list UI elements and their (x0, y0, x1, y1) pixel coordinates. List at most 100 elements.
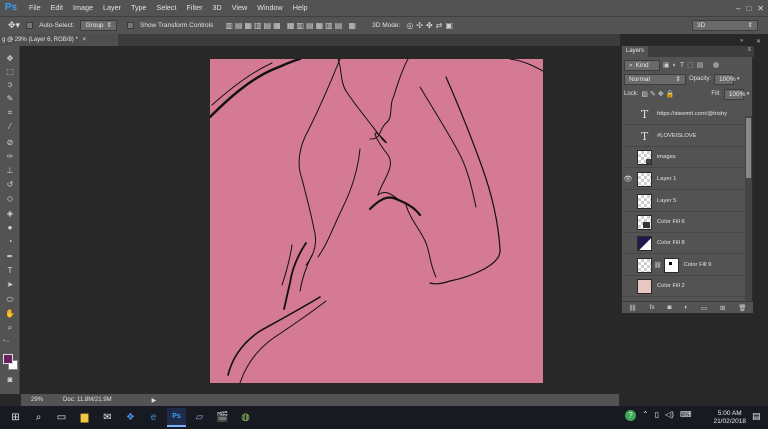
menu-help[interactable]: Help (288, 0, 313, 16)
visibility-toggle[interactable] (623, 260, 633, 270)
healing-brush-tool-icon[interactable]: ⊘ (4, 138, 16, 148)
notes-app-icon[interactable]: ▱ (190, 408, 209, 427)
lock-icons[interactable]: ▨✎✥🔒 (641, 90, 676, 98)
auto-select-checkbox[interactable] (26, 22, 34, 29)
visibility-toggle[interactable] (623, 152, 633, 162)
menu-select[interactable]: Select (152, 0, 182, 16)
layer-row[interactable]: Layer 5 (623, 191, 745, 212)
menu-window[interactable]: Window (252, 0, 288, 16)
show-transform-checkbox[interactable] (127, 22, 135, 29)
tab-collapse-icon[interactable]: » (10, 37, 13, 43)
layer-row[interactable]: T #LOVEISLOVE (623, 126, 745, 147)
visibility-toggle[interactable] (623, 196, 633, 206)
move-tool-icon[interactable]: ✥▾ (8, 20, 20, 31)
document-canvas[interactable] (210, 59, 543, 383)
filter-icons[interactable]: ▣◐T⬚▤ (663, 61, 706, 69)
layer-row[interactable]: Color Fill 8 (623, 233, 745, 254)
status-menu-icon[interactable]: ▶ (152, 397, 157, 404)
blend-mode-dropdown[interactable]: Normal ⇕ (624, 73, 686, 85)
workspace-dropdown[interactable]: 3D ⇕ (692, 20, 758, 31)
link-layers-icon[interactable]: ⛓ (628, 304, 636, 312)
video-app-icon[interactable]: 🎬 (213, 408, 232, 427)
marquee-tool-icon[interactable]: ⬚ (4, 67, 16, 77)
menu-view[interactable]: View (227, 0, 252, 16)
default-colors-icon[interactable]: ▪↔ (3, 338, 10, 344)
eye-icon[interactable]: 👁 (623, 174, 633, 184)
tab-close-icon[interactable]: × (82, 37, 86, 43)
tab-layers[interactable]: Layers (622, 46, 649, 57)
fill-field[interactable]: 100% (723, 88, 745, 100)
shape-tool-icon[interactable]: ⬭ (4, 295, 16, 305)
layer-row[interactable]: Color Fill 2 (623, 276, 745, 297)
panel-collapse-icon[interactable]: » (740, 38, 743, 44)
new-layer-icon[interactable]: ⊞ (720, 304, 725, 312)
chevron-down-icon[interactable]: ▾ (737, 76, 740, 82)
help-icon[interactable]: ? (625, 410, 636, 421)
blur-tool-icon[interactable]: ● (4, 223, 16, 233)
menu-layer[interactable]: Layer (98, 0, 126, 16)
panel-menu-icon[interactable]: ≡ (747, 47, 751, 53)
dropbox-icon[interactable]: ❖ (121, 408, 140, 427)
network-icon[interactable]: ▯ (655, 410, 659, 421)
paint-app-icon[interactable]: ◍ (236, 408, 255, 427)
zoom-tool-icon[interactable]: ⌕ (4, 323, 16, 333)
eyedropper-tool-icon[interactable]: ⁄ (4, 122, 16, 132)
layer-filter-dropdown[interactable]: ⌕ Kind (624, 59, 660, 71)
task-view-icon[interactable]: ▭ (52, 408, 71, 427)
filter-toggle-icon[interactable] (713, 62, 720, 68)
photoshop-taskbar-icon[interactable]: Ps (167, 408, 186, 427)
brush-tool-icon[interactable]: ✑ (4, 152, 16, 162)
layer-row[interactable]: 👁 Layer 1 (623, 169, 745, 190)
chevron-down-icon[interactable]: ▾ (747, 91, 750, 97)
layer-row[interactable]: images (623, 147, 745, 168)
visibility-toggle[interactable] (623, 131, 633, 141)
adjustment-layer-icon[interactable]: ◐ (684, 304, 688, 311)
show-hidden-icons[interactable]: ⌃ (642, 410, 649, 421)
keyboard-icon[interactable]: ⌨ (680, 410, 692, 421)
zoom-level[interactable]: 29% (31, 397, 43, 403)
group-folder-icon[interactable]: ▭ (701, 304, 707, 312)
menu-image[interactable]: Image (68, 0, 98, 16)
move-tool-icon[interactable]: ✥ (4, 54, 16, 64)
quick-select-tool-icon[interactable]: ✎ (4, 94, 16, 104)
paint-bucket-tool-icon[interactable]: ◈ (4, 209, 16, 219)
menu-file[interactable]: File (24, 0, 46, 16)
layer-style-icon[interactable]: fx (650, 304, 655, 311)
edge-browser-icon[interactable]: e (144, 408, 163, 427)
history-brush-tool-icon[interactable]: ↺ (4, 180, 16, 190)
visibility-toggle[interactable] (623, 281, 633, 291)
windows-start-icon[interactable]: ⊞ (6, 408, 25, 427)
quick-mask-icon[interactable]: ◙ (4, 375, 16, 385)
file-explorer-icon[interactable]: ▆ (75, 408, 94, 427)
panel-close-icon[interactable]: ✕ (756, 38, 761, 45)
volume-icon[interactable]: ◁) (665, 410, 674, 421)
auto-select-dropdown[interactable]: Group ⇕ (80, 20, 118, 31)
layer-row[interactable]: Color Fill 6 (623, 212, 745, 233)
visibility-toggle[interactable] (623, 217, 633, 227)
lasso-tool-icon[interactable]: ↄ (4, 80, 16, 90)
visibility-toggle[interactable] (623, 238, 633, 248)
align-icons[interactable]: ▥▤▦▥▤▦ ▦▥▤▦▥▤ ▦ (225, 21, 358, 30)
document-tab[interactable]: g @ 29% (Layer 6, RGB/8) * × (0, 34, 118, 46)
path-selection-tool-icon[interactable]: ➤ (4, 280, 16, 290)
close-button[interactable]: ✕ (757, 4, 764, 13)
type-tool-icon[interactable]: T (4, 266, 16, 276)
menu-edit[interactable]: Edit (46, 0, 68, 16)
notifications-icon[interactable]: ▤ (752, 411, 761, 422)
mail-icon[interactable]: ✉ (98, 408, 117, 427)
maximize-button[interactable]: □ (746, 4, 751, 13)
menu-filter[interactable]: Filter (182, 0, 208, 16)
minimize-button[interactable]: – (736, 4, 740, 13)
trash-icon[interactable]: 🗑 (738, 304, 746, 312)
crop-tool-icon[interactable]: ⌗ (4, 108, 16, 118)
pen-tool-icon[interactable]: ✒ (4, 252, 16, 262)
layer-row[interactable]: ⛓ Color Fill 9 (623, 255, 745, 276)
hand-tool-icon[interactable]: ✋ (4, 309, 16, 319)
dodge-tool-icon[interactable]: ◔ (4, 237, 16, 247)
opacity-field[interactable]: 100% (714, 73, 736, 85)
3d-mode-icons[interactable]: ◎✣✤⇄▣ (406, 21, 456, 30)
add-mask-icon[interactable]: ◙ (667, 304, 671, 311)
clone-stamp-tool-icon[interactable]: ⊥ (4, 166, 16, 176)
search-icon[interactable]: ⌕ (29, 408, 48, 427)
foreground-color-swatch[interactable] (3, 354, 13, 364)
